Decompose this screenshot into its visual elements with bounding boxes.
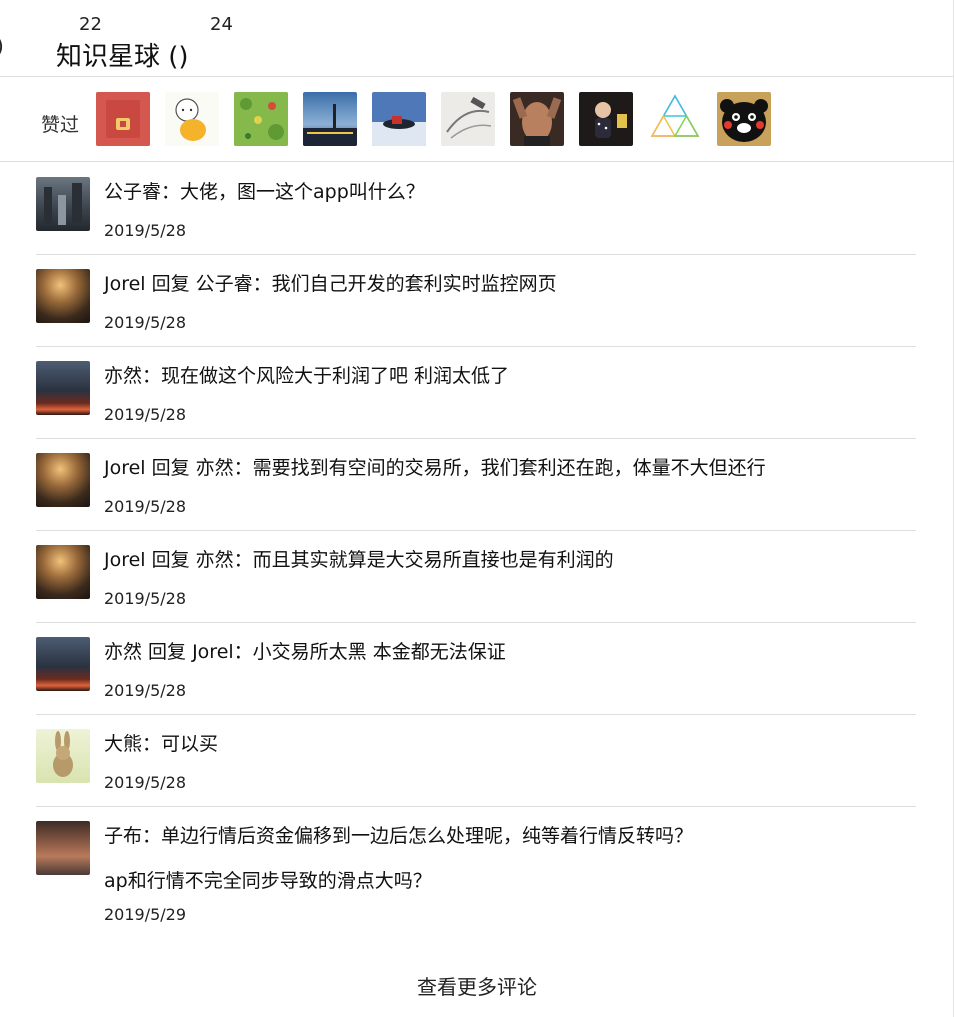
user-avatar[interactable] xyxy=(36,177,90,231)
comment-item: 亦然 回复 Jorel：小交易所太黑 本金都无法保证 2019/5/28 xyxy=(36,623,916,715)
comment-item: Jorel 回复 公子睿：我们自己开发的套利实时监控网页 2019/5/28 xyxy=(36,255,916,347)
count-left: 22 xyxy=(79,14,102,35)
user-avatar[interactable] xyxy=(36,637,90,691)
comment-text: Jorel 回复 公子睿：我们自己开发的套利实时监控网页 xyxy=(104,273,557,295)
comment-text: Jorel 回复 亦然：需要找到有空间的交易所，我们套利还在跑，体量不大但还行 xyxy=(104,457,766,479)
comment-date: 2019/5/28 xyxy=(104,773,187,792)
kumamon-avatar[interactable] xyxy=(717,92,771,146)
likes-avatar-list xyxy=(96,92,771,146)
comment-date: 2019/5/28 xyxy=(104,313,187,332)
divider xyxy=(0,161,954,162)
comment-date: 2019/5/28 xyxy=(104,221,187,240)
comment-list: 公子睿：大佬，图一这个app叫什么？ 2019/5/28 Jorel 回复 公子… xyxy=(36,163,916,937)
girl-avatar[interactable] xyxy=(579,92,633,146)
comment-text: 子布：单边行情后资金偏移到一边后怎么处理呢，纯等着行情反转吗？ xyxy=(104,825,694,847)
comment-date: 2019/5/28 xyxy=(104,681,187,700)
triangle-avatar[interactable] xyxy=(648,92,702,146)
likes-section: 赞过 xyxy=(0,77,953,161)
comment-item: Jorel 回复 亦然：而且其实就算是大交易所直接也是有利润的 2019/5/2… xyxy=(36,531,916,623)
left-text-fragment: ) xyxy=(0,34,4,58)
comment-text: 大熊：可以买 xyxy=(104,733,219,755)
likes-label: 赞过 xyxy=(41,114,80,136)
comment-item: Jorel 回复 亦然：需要找到有空间的交易所，我们套利还在跑，体量不大但还行 … xyxy=(36,439,916,531)
muscle-back-avatar[interactable] xyxy=(510,92,564,146)
city-night-avatar[interactable] xyxy=(303,92,357,146)
comment-date: 2019/5/28 xyxy=(104,589,187,608)
count-right: 24 xyxy=(210,14,233,35)
comment-date: 2019/5/28 xyxy=(104,497,187,516)
game-map-avatar[interactable] xyxy=(234,92,288,146)
view-more-comments-button[interactable]: 查看更多评论 xyxy=(0,971,954,1000)
snowmobile-avatar[interactable] xyxy=(372,92,426,146)
comment-date: 2019/5/29 xyxy=(104,905,187,924)
comment-item: 子布：单边行情后资金偏移到一边后怎么处理呢，纯等着行情反转吗？ ap和行情不完全… xyxy=(36,807,916,937)
comment-item: 亦然：现在做这个风险大于利润了吧 利润太低了 2019/5/28 xyxy=(36,347,916,439)
user-avatar[interactable] xyxy=(36,361,90,415)
user-avatar[interactable] xyxy=(36,545,90,599)
user-avatar[interactable] xyxy=(36,453,90,507)
comment-item: 大熊：可以买 2019/5/28 xyxy=(36,715,916,807)
comment-text-line2: ap和行情不完全同步导致的滑点大吗？ xyxy=(104,870,432,892)
user-avatar[interactable] xyxy=(36,821,90,875)
comment-text: 亦然：现在做这个风险大于利润了吧 利润太低了 xyxy=(104,365,510,387)
sketch-avatar[interactable] xyxy=(441,92,495,146)
user-avatar[interactable] xyxy=(36,729,90,783)
comment-date: 2019/5/28 xyxy=(104,405,187,424)
comment-item: 公子睿：大佬，图一这个app叫什么？ 2019/5/28 xyxy=(36,163,916,255)
red-envelope-avatar[interactable] xyxy=(96,92,150,146)
cartoon-monk-avatar[interactable] xyxy=(165,92,219,146)
user-avatar[interactable] xyxy=(36,269,90,323)
comment-text: 亦然 回复 Jorel：小交易所太黑 本金都无法保证 xyxy=(104,641,506,663)
page-title: 知识星球 () xyxy=(56,42,189,72)
comment-text: 公子睿：大佬，图一这个app叫什么？ xyxy=(104,181,425,203)
comment-text: Jorel 回复 亦然：而且其实就算是大交易所直接也是有利润的 xyxy=(104,549,614,571)
